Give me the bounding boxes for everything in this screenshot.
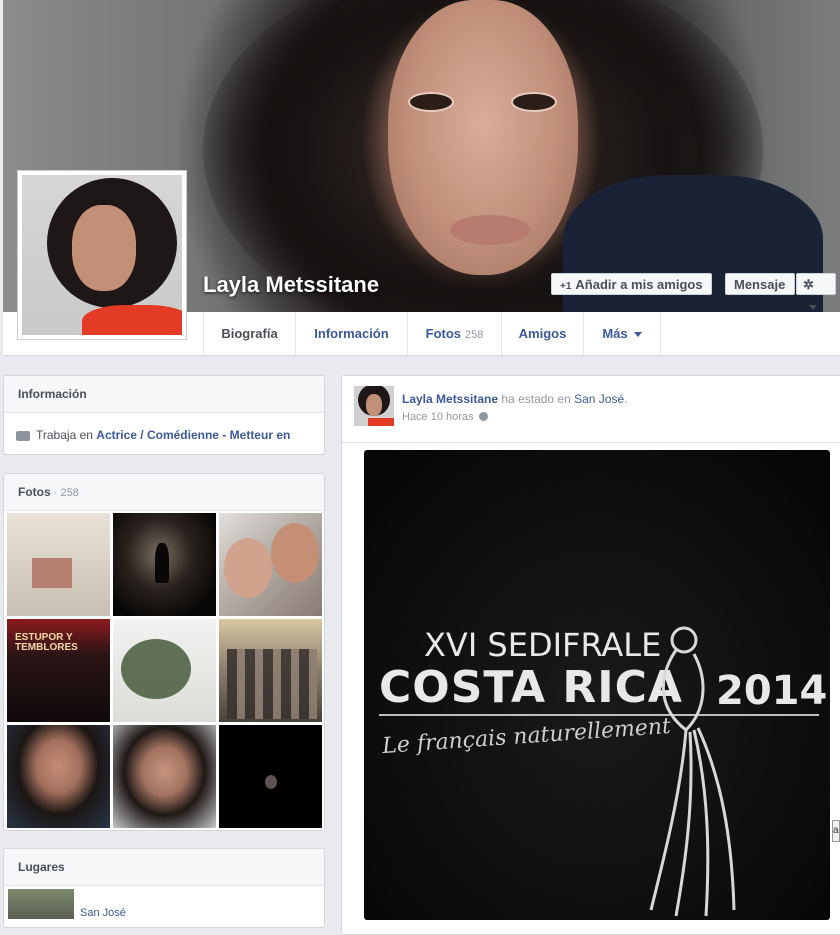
photo-thumb[interactable]: [113, 725, 216, 828]
tab-label: Amigos: [518, 326, 567, 341]
photo-thumb[interactable]: ESTUPOR Y TEMBLORES: [7, 619, 110, 722]
work-link[interactable]: Actrice / Comédienne - Metteur en: [96, 428, 290, 442]
post-avatar-face: [366, 394, 382, 416]
info-box-title[interactable]: Información: [4, 376, 324, 413]
photo-subtitle: Le français naturellement: [381, 713, 672, 760]
message-button[interactable]: Mensaje: [725, 273, 795, 295]
photo-thumb[interactable]: [219, 513, 322, 616]
post-action: ha estado en: [498, 392, 575, 406]
photos-box-title[interactable]: Fotos: [18, 485, 51, 499]
add-friend-icon: +1: [560, 281, 572, 292]
photo-divider: [379, 714, 819, 716]
profile-picture-image: [22, 175, 182, 335]
cover-eye-left: [408, 92, 454, 112]
chevron-down-icon: [809, 305, 817, 311]
settings-dropdown-button[interactable]: ✲: [796, 273, 836, 311]
post-timestamp[interactable]: Hace 10 horas: [402, 411, 488, 423]
photo-thumb[interactable]: [219, 619, 322, 722]
add-friend-label: Añadir a mis amigos: [575, 277, 703, 292]
work-prefix: Trabaja en: [36, 428, 93, 442]
tab-label: Biografía: [221, 326, 278, 341]
cover-eye-right: [511, 92, 557, 112]
post-author[interactable]: Layla Metssitane: [402, 392, 498, 406]
profile-picture-top: [82, 305, 182, 335]
photos-box-count: · 258: [50, 487, 79, 499]
photo-line1: XVI SEDIFRALE: [424, 626, 662, 664]
tab-label: Fotos: [425, 326, 462, 341]
photo-thumb-silhouette: [155, 543, 169, 583]
cover-lips: [450, 215, 530, 245]
photo-thumb[interactable]: [113, 513, 216, 616]
work-info: Trabaja en Actrice / Comédienne - Metteu…: [16, 428, 290, 442]
add-friend-button[interactable]: +1 Añadir a mis amigos: [551, 273, 712, 295]
tab-label: Más: [602, 326, 628, 341]
post-divider: [342, 442, 840, 443]
poster-text: ESTUPOR Y TEMBLORES: [15, 632, 78, 653]
tab-fotos[interactable]: Fotos 258: [407, 312, 501, 355]
tab-informacion[interactable]: Información: [295, 312, 407, 355]
place-thumb[interactable]: [8, 889, 74, 919]
photos-box-header: Fotos · 258: [4, 474, 324, 511]
profile-picture-face: [72, 205, 136, 291]
photo-thumb-dot: [265, 775, 277, 789]
photo-thumb[interactable]: [7, 513, 110, 616]
photo-thumb[interactable]: [113, 619, 216, 722]
photo-thumb-person: [224, 538, 272, 598]
post-time-text: Hace 10 horas: [402, 411, 474, 423]
post-avatar[interactable]: [354, 386, 394, 426]
photo-thumb-person: [271, 523, 319, 583]
photos-box: Fotos · 258 ESTUPOR Y TEMBLORES: [3, 473, 325, 831]
chevron-down-icon: [633, 332, 642, 338]
post-suffix: .: [624, 392, 628, 406]
info-box: Información Trabaja en Actrice / Comédie…: [3, 375, 325, 455]
globe-icon: [478, 412, 488, 421]
gear-icon: ✲: [803, 277, 814, 292]
post-header: Layla Metssitane ha estado en San José.: [402, 392, 628, 406]
tab-biografia[interactable]: Biografía: [203, 312, 295, 355]
profile-name[interactable]: Layla Metssitane: [203, 272, 379, 298]
side-panel-handle[interactable]: a: [832, 820, 840, 842]
photo-thumb[interactable]: [219, 725, 322, 828]
tab-count: 258: [465, 329, 484, 341]
post-avatar-top: [368, 418, 394, 426]
place-name[interactable]: San José: [80, 907, 126, 919]
timeline-post: Layla Metssitane ha estado en San José. …: [341, 375, 840, 935]
tab-amigos[interactable]: Amigos: [501, 312, 583, 355]
photo-thumb-group: [227, 649, 317, 719]
briefcase-icon: [16, 430, 30, 441]
photo-thumb-palm: [121, 639, 191, 699]
tab-mas[interactable]: Más: [583, 312, 661, 355]
photo-thumb[interactable]: [7, 725, 110, 828]
photo-line2: COSTA RICA: [379, 662, 683, 713]
post-place[interactable]: San José: [574, 392, 624, 406]
post-photo[interactable]: XVI SEDIFRALE COSTA RICA 2014 Le françai…: [364, 450, 830, 920]
places-box-title[interactable]: Lugares: [4, 849, 324, 886]
tab-label: Información: [314, 326, 389, 341]
profile-picture[interactable]: [17, 170, 187, 340]
places-box: Lugares San José: [3, 848, 325, 928]
quetzal-bird-icon: [649, 626, 736, 917]
photo-thumb-art: [32, 558, 72, 588]
